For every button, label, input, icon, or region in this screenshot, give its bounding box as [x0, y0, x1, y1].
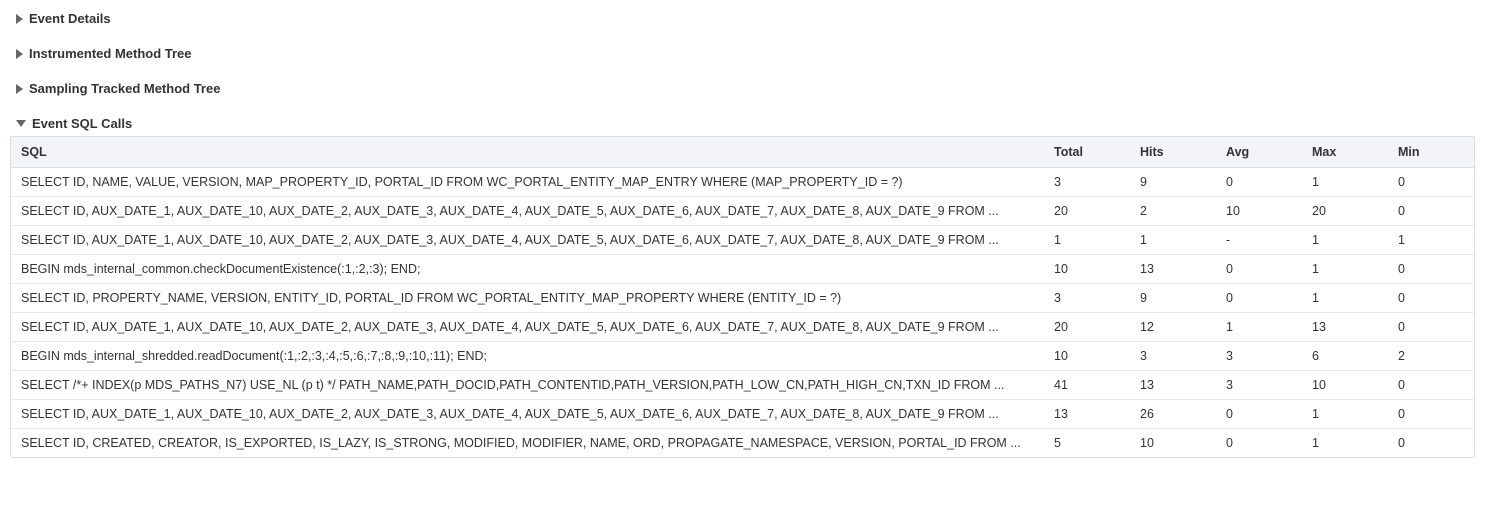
section-instrumented-method-tree[interactable]: Instrumented Method Tree [16, 47, 1475, 60]
cell-max: 1 [1302, 284, 1388, 313]
cell-min: 0 [1388, 313, 1474, 342]
table-row[interactable]: SELECT ID, AUX_DATE_1, AUX_DATE_10, AUX_… [11, 313, 1474, 342]
cell-avg: 10 [1216, 197, 1302, 226]
cell-hits: 13 [1130, 255, 1216, 284]
cell-sql: SELECT ID, PROPERTY_NAME, VERSION, ENTIT… [11, 284, 1044, 313]
cell-hits: 2 [1130, 197, 1216, 226]
cell-sql: SELECT ID, AUX_DATE_1, AUX_DATE_10, AUX_… [11, 197, 1044, 226]
table-row[interactable]: SELECT ID, PROPERTY_NAME, VERSION, ENTIT… [11, 284, 1474, 313]
cell-max: 1 [1302, 255, 1388, 284]
cell-max: 6 [1302, 342, 1388, 371]
cell-sql: BEGIN mds_internal_common.checkDocumentE… [11, 255, 1044, 284]
cell-min: 0 [1388, 400, 1474, 429]
section-sampling-tracked-method-tree[interactable]: Sampling Tracked Method Tree [16, 82, 1475, 95]
table-header-row: SQL Total Hits Avg Max Min [11, 137, 1474, 168]
cell-avg: 1 [1216, 313, 1302, 342]
cell-max: 10 [1302, 371, 1388, 400]
table-row[interactable]: SELECT ID, AUX_DATE_1, AUX_DATE_10, AUX_… [11, 400, 1474, 429]
cell-min: 0 [1388, 168, 1474, 197]
cell-avg: 0 [1216, 284, 1302, 313]
section-title: Instrumented Method Tree [29, 47, 192, 60]
cell-total: 5 [1044, 429, 1130, 458]
col-min[interactable]: Min [1388, 137, 1474, 168]
section-title: Event SQL Calls [32, 117, 132, 130]
cell-hits: 3 [1130, 342, 1216, 371]
table-row[interactable]: BEGIN mds_internal_shredded.readDocument… [11, 342, 1474, 371]
cell-hits: 1 [1130, 226, 1216, 255]
chevron-right-icon [16, 84, 23, 94]
cell-total: 20 [1044, 313, 1130, 342]
col-max[interactable]: Max [1302, 137, 1388, 168]
col-sql[interactable]: SQL [11, 137, 1044, 168]
cell-avg: 3 [1216, 342, 1302, 371]
cell-sql: SELECT ID, NAME, VALUE, VERSION, MAP_PRO… [11, 168, 1044, 197]
cell-min: 2 [1388, 342, 1474, 371]
section-event-sql-calls[interactable]: Event SQL Calls [16, 117, 1475, 130]
cell-min: 1 [1388, 226, 1474, 255]
cell-hits: 13 [1130, 371, 1216, 400]
cell-total: 10 [1044, 342, 1130, 371]
cell-avg: 0 [1216, 168, 1302, 197]
cell-min: 0 [1388, 284, 1474, 313]
table-row[interactable]: BEGIN mds_internal_common.checkDocumentE… [11, 255, 1474, 284]
cell-max: 13 [1302, 313, 1388, 342]
cell-max: 1 [1302, 400, 1388, 429]
section-title: Event Details [29, 12, 111, 25]
cell-sql: SELECT ID, AUX_DATE_1, AUX_DATE_10, AUX_… [11, 400, 1044, 429]
cell-total: 3 [1044, 284, 1130, 313]
col-hits[interactable]: Hits [1130, 137, 1216, 168]
cell-hits: 9 [1130, 284, 1216, 313]
cell-hits: 12 [1130, 313, 1216, 342]
cell-max: 1 [1302, 226, 1388, 255]
cell-max: 1 [1302, 168, 1388, 197]
table-row[interactable]: SELECT ID, CREATED, CREATOR, IS_EXPORTED… [11, 429, 1474, 458]
section-title: Sampling Tracked Method Tree [29, 82, 220, 95]
cell-min: 0 [1388, 197, 1474, 226]
cell-total: 3 [1044, 168, 1130, 197]
chevron-right-icon [16, 49, 23, 59]
cell-sql: BEGIN mds_internal_shredded.readDocument… [11, 342, 1044, 371]
table-row[interactable]: SELECT ID, AUX_DATE_1, AUX_DATE_10, AUX_… [11, 197, 1474, 226]
cell-sql: SELECT ID, AUX_DATE_1, AUX_DATE_10, AUX_… [11, 226, 1044, 255]
cell-hits: 9 [1130, 168, 1216, 197]
cell-total: 41 [1044, 371, 1130, 400]
section-event-details[interactable]: Event Details [16, 12, 1475, 25]
cell-total: 10 [1044, 255, 1130, 284]
col-avg[interactable]: Avg [1216, 137, 1302, 168]
cell-total: 13 [1044, 400, 1130, 429]
cell-total: 1 [1044, 226, 1130, 255]
cell-avg: - [1216, 226, 1302, 255]
cell-min: 0 [1388, 429, 1474, 458]
chevron-down-icon [16, 120, 26, 127]
cell-sql: SELECT ID, CREATED, CREATOR, IS_EXPORTED… [11, 429, 1044, 458]
cell-hits: 10 [1130, 429, 1216, 458]
col-total[interactable]: Total [1044, 137, 1130, 168]
cell-sql: SELECT /*+ INDEX(p MDS_PATHS_N7) USE_NL … [11, 371, 1044, 400]
table-row[interactable]: SELECT ID, NAME, VALUE, VERSION, MAP_PRO… [11, 168, 1474, 197]
cell-avg: 0 [1216, 400, 1302, 429]
cell-max: 1 [1302, 429, 1388, 458]
cell-min: 0 [1388, 371, 1474, 400]
cell-hits: 26 [1130, 400, 1216, 429]
sql-calls-table: SQL Total Hits Avg Max Min SELECT ID, NA… [10, 136, 1475, 458]
cell-sql: SELECT ID, AUX_DATE_1, AUX_DATE_10, AUX_… [11, 313, 1044, 342]
cell-min: 0 [1388, 255, 1474, 284]
table-row[interactable]: SELECT ID, AUX_DATE_1, AUX_DATE_10, AUX_… [11, 226, 1474, 255]
cell-avg: 3 [1216, 371, 1302, 400]
cell-avg: 0 [1216, 255, 1302, 284]
chevron-right-icon [16, 14, 23, 24]
cell-total: 20 [1044, 197, 1130, 226]
cell-avg: 0 [1216, 429, 1302, 458]
table-row[interactable]: SELECT /*+ INDEX(p MDS_PATHS_N7) USE_NL … [11, 371, 1474, 400]
cell-max: 20 [1302, 197, 1388, 226]
